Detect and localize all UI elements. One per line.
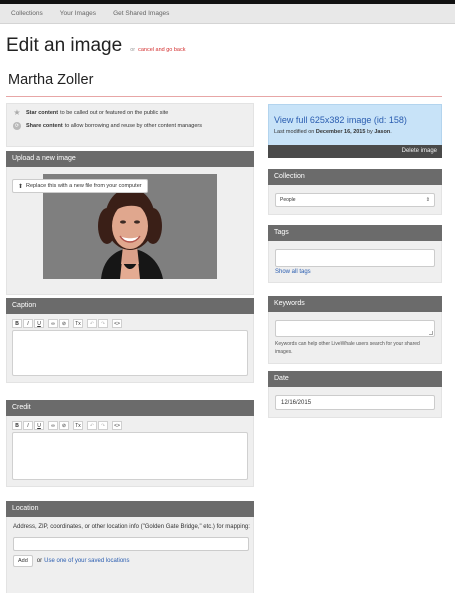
keywords-body: Keywords can help other LiveWhale users … xyxy=(268,312,442,364)
share-icon[interactable]: ⟳ xyxy=(13,122,21,130)
underline-button[interactable]: U xyxy=(34,421,44,430)
star-content-text: to be called out or featured on the publ… xyxy=(60,110,169,116)
add-location-button[interactable]: Add xyxy=(13,555,33,567)
upload-header: Upload a new image xyxy=(6,151,254,167)
delete-image-button[interactable]: Delete image xyxy=(268,145,442,158)
share-content-label: Share content xyxy=(26,123,63,129)
bold-button[interactable]: B xyxy=(12,421,22,430)
image-info-box: View full 625x382 image (id: 158) Last m… xyxy=(268,104,442,148)
caption-editor[interactable] xyxy=(12,330,248,376)
replace-image-label: Replace this with a new file from your c… xyxy=(26,183,142,189)
source-code-icon[interactable]: <> xyxy=(112,421,122,430)
show-all-tags-link[interactable]: Show all tags xyxy=(275,269,435,275)
caption-header: Caption xyxy=(6,298,254,314)
collection-select[interactable]: People ⇕ xyxy=(275,193,435,207)
date-input[interactable]: 12/16/2015 xyxy=(275,395,435,410)
tags-body: Show all tags xyxy=(268,241,442,283)
clear-format-icon[interactable]: Tx xyxy=(73,421,83,430)
credit-panel: Credit B I U ∞ ⊘ Tx ↶ ↷ <> xyxy=(6,400,254,487)
unlink-icon[interactable]: ⊘ xyxy=(59,421,69,430)
clear-format-icon[interactable]: Tx xyxy=(73,319,83,328)
star-icon[interactable]: ★ xyxy=(13,109,21,117)
page-title-row: Edit an image or cancel and go back xyxy=(6,35,185,57)
undo-icon[interactable]: ↶ xyxy=(87,319,97,328)
status-panel: ★ Star content to be called out or featu… xyxy=(6,103,254,147)
upload-body: ⬆ Replace this with a new file from your… xyxy=(6,167,254,295)
view-full-image-link[interactable]: View full 625x382 image (id: 158) xyxy=(274,115,436,125)
select-arrows-icon: ⇕ xyxy=(425,197,430,203)
star-content-label: Star content xyxy=(26,110,59,116)
italic-button[interactable]: I xyxy=(23,319,33,328)
caption-body: B I U ∞ ⊘ Tx ↶ ↷ <> xyxy=(6,314,254,383)
date-body: 12/16/2015 xyxy=(268,387,442,418)
star-content-option[interactable]: ★ Star content to be called out or featu… xyxy=(13,109,247,117)
or-text: or xyxy=(130,47,136,53)
credit-body: B I U ∞ ⊘ Tx ↶ ↷ <> xyxy=(6,416,254,487)
keywords-help-text: Keywords can help other LiveWhale users … xyxy=(275,341,420,355)
keywords-header: Keywords xyxy=(268,296,442,312)
link-icon[interactable]: ∞ xyxy=(48,421,58,430)
italic-button[interactable]: I xyxy=(23,421,33,430)
share-content-option[interactable]: ⟳ Share content to allow borrowing and r… xyxy=(13,122,247,130)
upload-icon: ⬆ xyxy=(18,183,24,190)
last-modified: Last modified on December 16, 2015 by Ja… xyxy=(274,129,392,135)
nav-collections[interactable]: Collections xyxy=(11,10,43,17)
collection-header: Collection xyxy=(268,169,442,185)
date-panel: Date 12/16/2015 xyxy=(268,371,442,418)
date-header: Date xyxy=(268,371,442,387)
undo-icon[interactable]: ↶ xyxy=(87,421,97,430)
collection-body: People ⇕ xyxy=(268,185,442,215)
redo-icon[interactable]: ↷ xyxy=(98,319,108,328)
bold-button[interactable]: B xyxy=(12,319,22,328)
upload-panel: Upload a new image ⬆ Replace this with a… xyxy=(6,151,254,295)
cancel-link[interactable]: cancel and go back xyxy=(138,47,185,53)
collection-selected-value: People xyxy=(280,197,296,203)
credit-toolbar: B I U ∞ ⊘ Tx ↶ ↷ <> xyxy=(12,421,248,430)
keywords-textarea[interactable] xyxy=(275,320,435,337)
top-nav: Collections Your Images Get Shared Image… xyxy=(0,4,455,24)
image-subject-name: Martha Zoller xyxy=(8,72,94,88)
modified-user: Jason xyxy=(374,129,391,135)
replace-image-button[interactable]: ⬆ Replace this with a new file from your… xyxy=(12,179,148,193)
link-icon[interactable]: ∞ xyxy=(48,319,58,328)
source-code-icon[interactable]: <> xyxy=(112,319,122,328)
unlink-icon[interactable]: ⊘ xyxy=(59,319,69,328)
share-content-text: to allow borrowing and reuse by other co… xyxy=(64,123,202,129)
location-body: Address, ZIP, coordinates, or other loca… xyxy=(6,517,254,593)
location-description: Address, ZIP, coordinates, or other loca… xyxy=(13,524,250,530)
credit-editor[interactable] xyxy=(12,432,248,480)
modified-date: December 16, 2015 xyxy=(315,129,366,135)
tags-header: Tags xyxy=(268,225,442,241)
credit-header: Credit xyxy=(6,400,254,416)
location-input[interactable] xyxy=(13,537,249,551)
nav-your-images[interactable]: Your Images xyxy=(60,10,96,17)
underline-button[interactable]: U xyxy=(34,319,44,328)
caption-panel: Caption B I U ∞ ⊘ Tx ↶ ↷ <> xyxy=(6,298,254,383)
location-header: Location xyxy=(6,501,254,517)
or-text: or xyxy=(36,558,43,564)
nav-get-shared-images[interactable]: Get Shared Images xyxy=(113,10,169,17)
collection-panel: Collection People ⇕ xyxy=(268,169,442,215)
caption-toolbar: B I U ∞ ⊘ Tx ↶ ↷ <> xyxy=(12,319,248,328)
tags-input[interactable] xyxy=(275,249,435,267)
page-title: Edit an image xyxy=(6,35,123,56)
saved-locations-link[interactable]: Use one of your saved locations xyxy=(44,558,129,564)
location-actions: Add or Use one of your saved locations xyxy=(13,555,247,567)
location-panel: Location Address, ZIP, coordinates, or o… xyxy=(6,501,254,593)
keywords-panel: Keywords Keywords can help other LiveWha… xyxy=(268,296,442,364)
tags-panel: Tags Show all tags xyxy=(268,225,442,283)
redo-icon[interactable]: ↷ xyxy=(98,421,108,430)
divider xyxy=(6,96,442,97)
